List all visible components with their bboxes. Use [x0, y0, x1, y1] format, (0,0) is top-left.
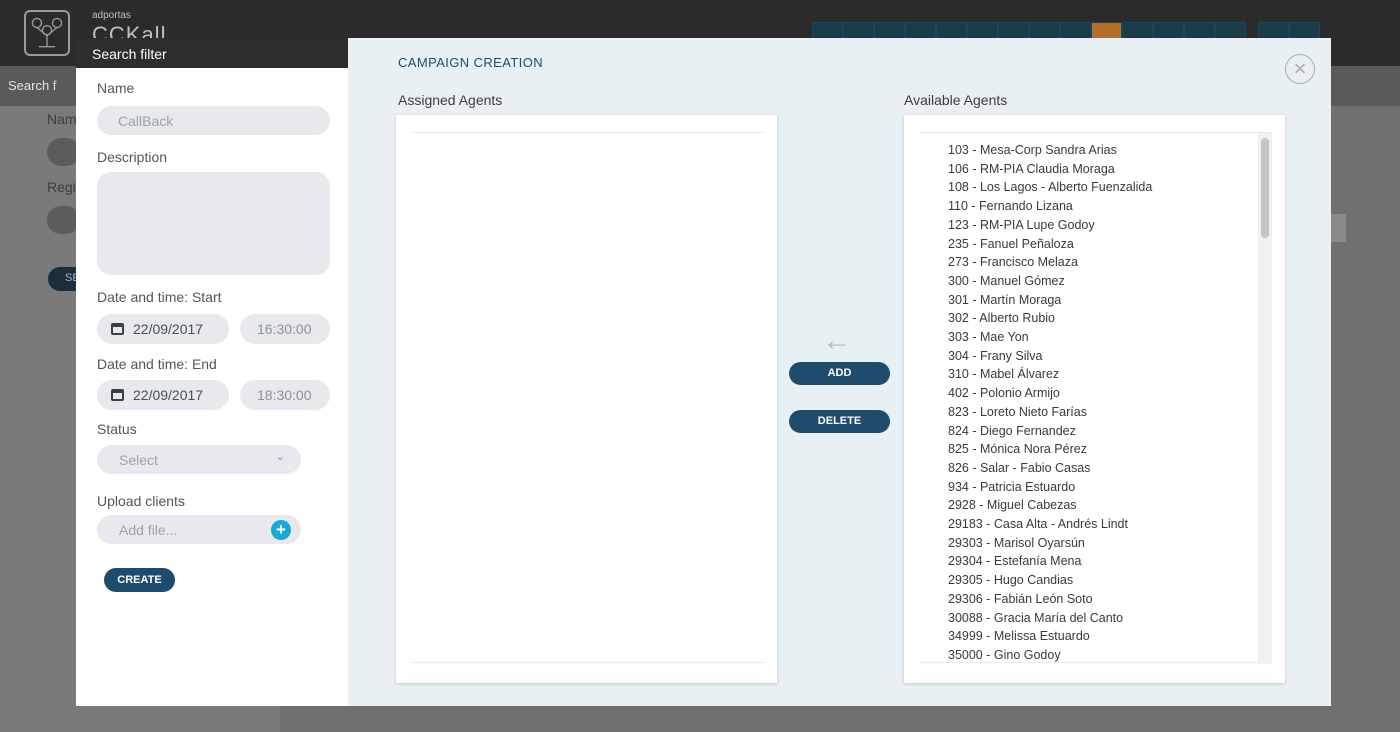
agent-list-item[interactable]: 823 - Loreto Nieto Farías — [948, 403, 1152, 422]
campaign-creation-modal: CAMPAIGN CREATION × Assigned Agents ← AD… — [348, 38, 1331, 706]
calendar-icon — [111, 323, 124, 335]
description-label: Description — [97, 149, 168, 165]
name-input[interactable]: CallBack — [97, 106, 330, 135]
brand-company: adportas — [92, 10, 131, 21]
available-agent-items: 103 - Mesa-Corp Sandra Arias 106 - RM-PIA… — [948, 141, 1152, 665]
agent-list-item[interactable]: 2928 - Miguel Cabezas — [948, 496, 1152, 515]
create-button[interactable]: CREATE — [104, 568, 175, 592]
agent-list-item[interactable]: 273 - Francisco Melaza — [948, 253, 1152, 272]
assigned-agents-label: Assigned Agents — [398, 92, 503, 108]
close-icon[interactable]: × — [1285, 54, 1315, 84]
end-label: Date and time: End — [97, 356, 217, 372]
agent-list-item[interactable]: 106 - RM-PIA Claudia Moraga — [948, 160, 1152, 179]
start-time-value: 16:30:00 — [257, 321, 312, 337]
agent-list-item[interactable]: 103 - Mesa-Corp Sandra Arias — [948, 141, 1152, 160]
delete-button[interactable]: DELETE — [789, 410, 890, 433]
end-date-input[interactable]: 22/09/2017 — [97, 380, 229, 410]
app-logo-icon — [24, 10, 70, 56]
agent-list-item[interactable]: 29304 - Estefanía Mena — [948, 552, 1152, 571]
agent-list-item[interactable]: 29303 - Marisol Oyarsún — [948, 534, 1152, 553]
agent-list-item[interactable]: 110 - Fernando Lizana — [948, 197, 1152, 216]
start-date-value: 22/09/2017 — [133, 321, 204, 337]
add-file-icon[interactable]: + — [271, 520, 291, 540]
available-agents-inner: 103 - Mesa-Corp Sandra Arias 106 - RM-PIA… — [920, 132, 1272, 665]
bg-region-label: Regi — [47, 179, 76, 195]
start-date-input[interactable]: 22/09/2017 — [97, 314, 229, 344]
start-label: Date and time: Start — [97, 289, 222, 305]
agent-list-item[interactable]: 304 - Frany Silva — [948, 347, 1152, 366]
add-button[interactable]: ADD — [789, 362, 890, 385]
agent-list-item[interactable]: 934 - Patricia Estuardo — [948, 478, 1152, 497]
agent-list-item[interactable]: 108 - Los Lagos - Alberto Fuenzalida — [948, 178, 1152, 197]
subbar-label: Search f — [8, 78, 57, 93]
available-agents-label: Available Agents — [904, 92, 1008, 108]
end-date-value: 22/09/2017 — [133, 387, 204, 403]
upload-label: Upload clients — [97, 493, 185, 509]
agent-list-item[interactable]: 123 - RM-PIA Lupe Godoy — [948, 216, 1152, 235]
arrow-left-icon: ← — [822, 324, 852, 357]
agent-list-item[interactable]: 30088 - Gracia María del Canto — [948, 609, 1152, 628]
agent-list-item[interactable]: 402 - Polonio Armijo — [948, 384, 1152, 403]
agent-list-item[interactable]: 29305 - Hugo Candias — [948, 571, 1152, 590]
agent-list-item[interactable]: 301 - Martín Moraga — [948, 291, 1152, 310]
bg-name-label: Nam — [47, 111, 77, 127]
agent-list-item[interactable]: 34999 - Melissa Estuardo — [948, 627, 1152, 646]
scrollbar-thumb[interactable] — [1261, 138, 1269, 238]
status-value: Select — [119, 452, 158, 468]
chevron-down-icon: ⌄ — [275, 451, 285, 463]
start-time-input[interactable]: 16:30:00 — [240, 314, 330, 344]
agent-list-item[interactable]: 300 - Manuel Gómez — [948, 272, 1152, 291]
agent-list-item[interactable]: 29183 - Casa Alta - Andrés Lindt — [948, 515, 1152, 534]
search-filter-panel: Search filter Name CallBack Description … — [76, 38, 348, 706]
name-placeholder: CallBack — [118, 113, 174, 129]
end-time-input[interactable]: 18:30:00 — [240, 380, 330, 410]
filter-title: Search filter — [76, 38, 348, 68]
status-label: Status — [97, 421, 137, 437]
available-agents-list[interactable]: 103 - Mesa-Corp Sandra Arias 106 - RM-PIA… — [904, 115, 1285, 683]
description-textarea[interactable] — [97, 172, 330, 275]
agent-list-item[interactable]: 826 - Salar - Fabio Casas — [948, 459, 1152, 478]
agent-list-item[interactable]: 302 - Alberto Rubio — [948, 309, 1152, 328]
status-select[interactable]: Select ⌄ — [97, 445, 301, 474]
agent-list-item[interactable]: 303 - Mae Yon — [948, 328, 1152, 347]
agent-list-item[interactable]: 825 - Mónica Nora Pérez — [948, 440, 1152, 459]
agent-list-item[interactable]: 310 - Mabel Álvarez — [948, 365, 1152, 384]
assigned-agents-inner — [412, 132, 764, 663]
end-time-value: 18:30:00 — [257, 387, 312, 403]
name-label: Name — [97, 80, 135, 96]
agents-scrollbar[interactable] — [1258, 133, 1272, 664]
agent-list-item[interactable]: 29306 - Fabián León Soto — [948, 590, 1152, 609]
calendar-icon — [111, 389, 124, 401]
assigned-agents-list[interactable] — [396, 115, 777, 683]
agent-list-item[interactable]: 824 - Diego Fernandez — [948, 422, 1152, 441]
agent-list-item[interactable]: 235 - Fanuel Peñaloza — [948, 235, 1152, 254]
upload-input[interactable]: Add file... + — [97, 515, 301, 544]
modal-title: CAMPAIGN CREATION — [398, 55, 543, 70]
upload-placeholder: Add file... — [119, 522, 178, 538]
agent-list-item[interactable]: 35000 - Gino Godoy — [948, 646, 1152, 665]
